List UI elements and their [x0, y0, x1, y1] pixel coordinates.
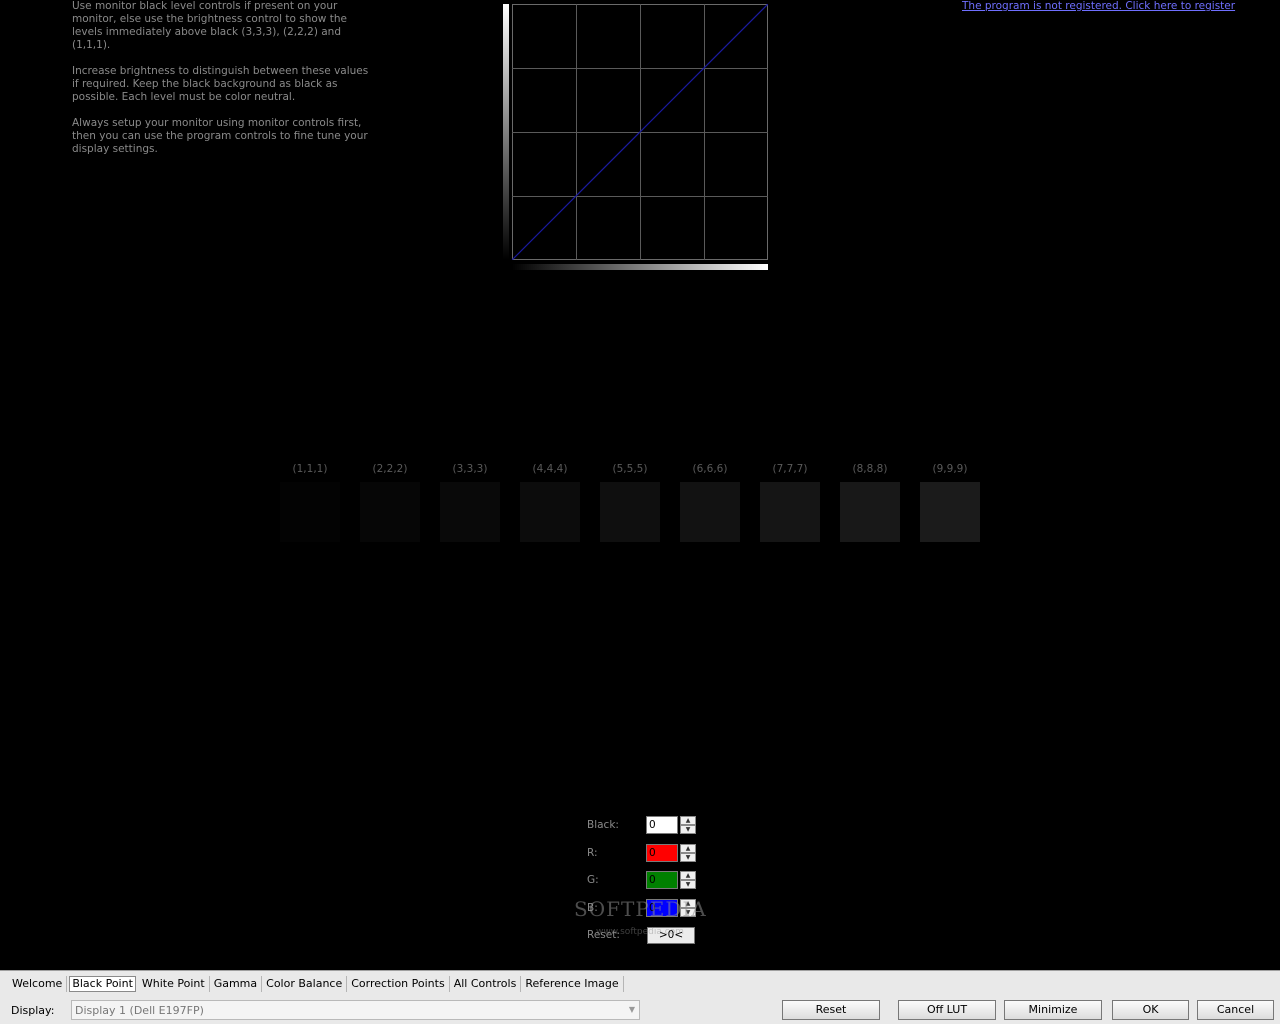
cancel-button[interactable]: Cancel: [1197, 1000, 1274, 1020]
level-label: (9,9,9): [932, 463, 968, 475]
instruction-paragraph-3: Always setup your monitor using monitor …: [72, 117, 368, 155]
green-spin-up-icon[interactable]: ▲: [680, 871, 696, 880]
display-label: Display:: [11, 1004, 55, 1017]
instructions-panel: Use monitor black level controls if pres…: [72, 0, 372, 169]
green-control-row: G: ▲ ▼: [587, 870, 717, 898]
level-swatch: [760, 482, 820, 542]
level-swatch: [360, 482, 420, 542]
tab-bar: Welcome Black Point White Point Gamma Color …: [8, 975, 624, 993]
black-label: Black:: [587, 819, 619, 831]
watermark-url: www.softpedia.com: [596, 927, 684, 937]
off-lut-button[interactable]: Off LUT: [898, 1000, 996, 1020]
instruction-paragraph-2: Increase brightness to distinguish betwe…: [72, 65, 369, 103]
black-spin-up-icon[interactable]: ▲: [680, 816, 696, 825]
level-label: (5,5,5): [612, 463, 648, 475]
bottom-panel: Welcome Black Point White Point Gamma Color …: [0, 970, 1280, 1024]
ok-button[interactable]: OK: [1112, 1000, 1189, 1020]
tab-black-point[interactable]: Black Point: [69, 976, 136, 992]
red-control-row: R: ▲ ▼: [587, 843, 717, 871]
tab-reference-image[interactable]: Reference Image: [521, 976, 624, 992]
level-label: (1,1,1): [292, 463, 328, 475]
green-spinner: ▲ ▼: [680, 871, 696, 890]
tab-all-controls[interactable]: All Controls: [450, 976, 522, 992]
black-control-row: Black: ▲ ▼: [587, 815, 717, 843]
level-label: (4,4,4): [532, 463, 568, 475]
black-spinner: ▲ ▼: [680, 816, 696, 835]
red-label: R:: [587, 846, 598, 859]
red-spin-down-icon[interactable]: ▼: [680, 852, 696, 862]
level-swatch: [680, 482, 740, 542]
red-spin-up-icon[interactable]: ▲: [680, 843, 696, 853]
chevron-down-icon: ▼: [628, 1005, 635, 1014]
green-input[interactable]: [646, 871, 678, 889]
display-select[interactable]: Display 1 (Dell E197FP) ▼: [71, 1000, 640, 1020]
tab-gamma[interactable]: Gamma: [210, 976, 263, 992]
level-swatch: [280, 482, 340, 542]
black-level-swatches: (1,1,1) (2,2,2) (3,3,3) (4,4,4) (5,5,5) (6,6,…: [280, 460, 1000, 550]
level-label: (2,2,2): [372, 463, 408, 475]
level-swatch: [600, 482, 660, 542]
level-swatch: [520, 482, 580, 542]
horizontal-gradient-bar: [512, 264, 768, 270]
black-spin-down-icon[interactable]: ▼: [680, 825, 696, 834]
reset-button[interactable]: Reset: [782, 1000, 880, 1020]
lut-curve-graph: [512, 4, 768, 260]
level-label: (8,8,8): [852, 463, 888, 475]
level-item: (1,1,1): [280, 460, 340, 542]
tab-color-balance[interactable]: Color Balance: [262, 976, 348, 992]
level-swatch: [920, 482, 980, 542]
green-spin-down-icon[interactable]: ▼: [680, 880, 696, 889]
level-item: (9,9,9): [920, 460, 980, 542]
display-select-value: Display 1 (Dell E197FP): [75, 1004, 204, 1017]
black-input[interactable]: [646, 816, 678, 834]
level-label: (7,7,7): [772, 463, 808, 475]
level-item: (3,3,3): [440, 460, 500, 542]
level-swatch: [840, 482, 900, 542]
instruction-paragraph-1: Use monitor black level controls if pres…: [72, 0, 347, 51]
vertical-gradient-bar: [503, 4, 509, 260]
level-item: (2,2,2): [360, 460, 420, 542]
level-item: (4,4,4): [520, 460, 580, 542]
level-item: (8,8,8): [840, 460, 900, 542]
green-label: G:: [587, 874, 599, 886]
level-item: (6,6,6): [680, 460, 740, 542]
red-spinner: ▲ ▼: [680, 843, 696, 863]
level-item: (5,5,5): [600, 460, 660, 542]
level-item: (7,7,7): [760, 460, 820, 542]
level-swatch: [440, 482, 500, 542]
watermark-logo: SOFTPEDIA: [574, 897, 707, 921]
level-label: (6,6,6): [692, 463, 728, 475]
lut-curve-panel: [500, 0, 772, 276]
tab-welcome[interactable]: Welcome: [8, 976, 68, 992]
minimize-button[interactable]: Minimize: [1004, 1000, 1102, 1020]
register-link[interactable]: The program is not registered. Click her…: [962, 0, 1235, 12]
tab-correction-points[interactable]: Correction Points: [347, 976, 450, 992]
calibration-screen: Use monitor black level controls if pres…: [0, 0, 1280, 1024]
level-label: (3,3,3): [452, 463, 488, 475]
tab-white-point[interactable]: White Point: [138, 976, 210, 992]
red-input[interactable]: [646, 843, 678, 862]
